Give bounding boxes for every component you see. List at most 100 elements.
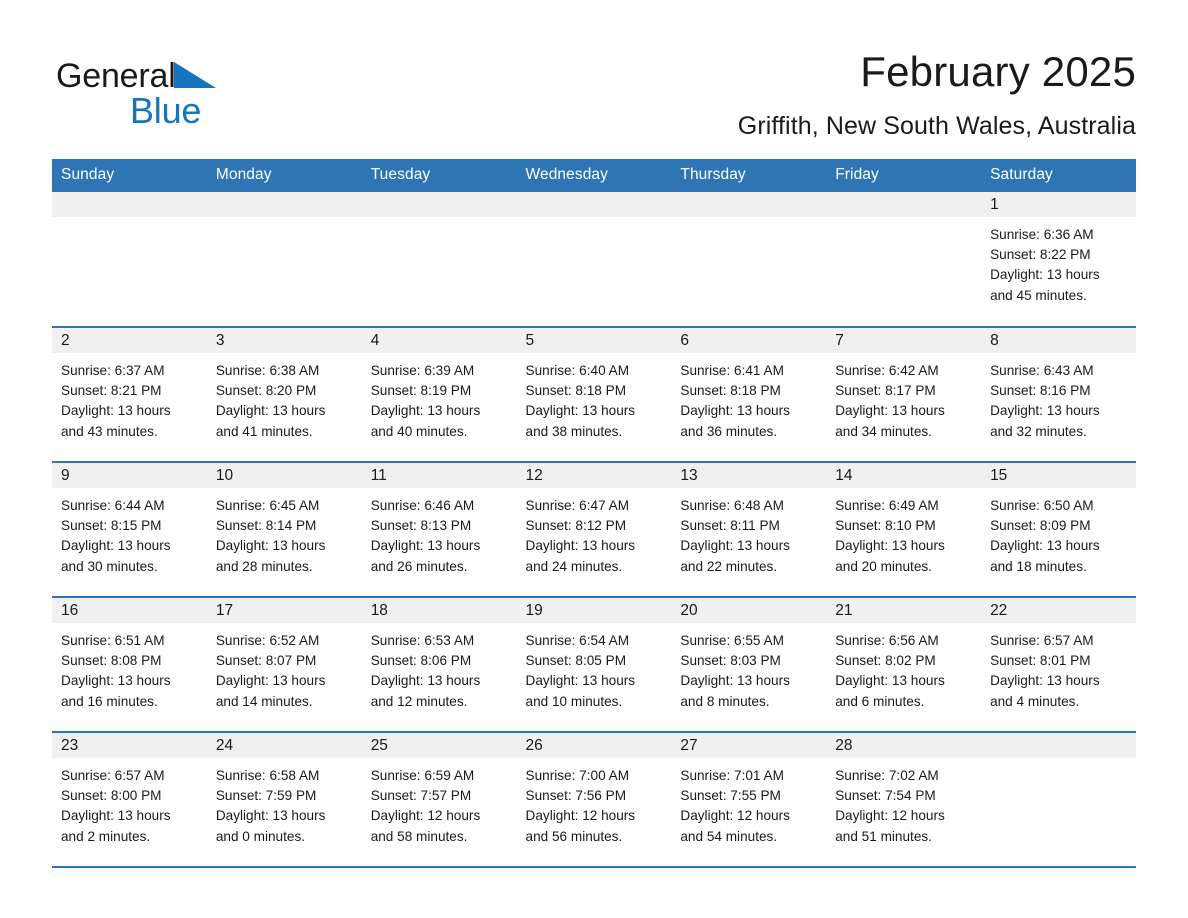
calendar-day-cell[interactable]: 25 Sunrise: 6:59 AM Sunset: 7:57 PM Dayligh…: [361, 731, 517, 868]
calendar-day-cell[interactable]: 2 Sunrise: 6:37 AM Sunset: 8:21 PM Daylight…: [52, 326, 207, 462]
day-number: 25: [361, 733, 517, 758]
day-number: 5: [516, 328, 672, 353]
day-details: Sunrise: 6:48 AM Sunset: 8:11 PM Daylight:…: [671, 488, 826, 577]
daylight-text: Daylight: 13 hours: [370, 403, 481, 419]
calendar-day-cell[interactable]: 15 Sunrise: 6:50 AM Sunset: 8:09 PM Dayligh…: [981, 461, 1136, 597]
calendar-day-cell[interactable]: 1 Sunrise: 6:36 AM Sunset: 8:22 PM Daylight…: [981, 192, 1136, 327]
calendar-day-cell[interactable]: 28 Sunrise: 7:02 AM Sunset: 7:54 PM Dayligh…: [826, 731, 982, 868]
day-details: Sunrise: 7:00 AM Sunset: 7:56 PM Daylight:…: [517, 758, 672, 847]
calendar-day-cell[interactable]: 3 Sunrise: 6:38 AM Sunset: 8:20 PM Daylight…: [206, 326, 362, 462]
day-details: Sunrise: 6:59 AM Sunset: 7:57 PM Daylight:…: [362, 758, 517, 847]
daylight-text-cont: and 34 minutes.: [835, 423, 932, 439]
daylight-text-cont: and 10 minutes.: [525, 693, 623, 709]
sunrise-text: Sunrise: 6:57 AM: [61, 768, 165, 783]
calendar-day-cell[interactable]: 4 Sunrise: 6:39 AM Sunset: 8:19 PM Daylight…: [361, 326, 517, 462]
day-number: 26: [516, 733, 672, 758]
calendar-day-cell[interactable]: 16 Sunrise: 6:51 AM Sunset: 8:08 PM Dayligh…: [52, 596, 207, 732]
sunset-text: Sunset: 8:08 PM: [61, 653, 162, 669]
calendar-day-cell[interactable]: 19 Sunrise: 6:54 AM Sunset: 8:05 PM Dayligh…: [516, 596, 672, 732]
day-number: 13: [671, 463, 827, 488]
brand-logo[interactable]: General Blue: [56, 48, 386, 130]
calendar-day-cell[interactable]: 24 Sunrise: 6:58 AM Sunset: 7:59 PM Dayligh…: [206, 731, 362, 868]
calendar-day-cell[interactable]: 6 Sunrise: 6:41 AM Sunset: 8:18 PM Daylight…: [671, 326, 827, 462]
calendar-header-row: Sunday Monday Tuesday Wednesday Thursday Frid…: [52, 159, 1136, 192]
sunset-text: Sunset: 8:22 PM: [990, 247, 1091, 263]
sunrise-text: Sunrise: 6:43 AM: [990, 363, 1094, 378]
sunset-text: Sunset: 8:11 PM: [680, 518, 780, 534]
daylight-text: Daylight: 13 hours: [990, 538, 1100, 554]
logo-line-2: Blue: [56, 92, 386, 130]
sunset-text: Sunset: 8:21 PM: [61, 383, 162, 399]
calendar-day-cell[interactable]: 22 Sunrise: 6:57 AM Sunset: 8:01 PM Dayligh…: [981, 596, 1136, 732]
sunrise-text: Sunrise: 7:02 AM: [835, 768, 939, 783]
day-details: Sunrise: 6:50 AM Sunset: 8:09 PM Daylight:…: [981, 488, 1136, 577]
day-number: [361, 192, 517, 217]
sunrise-text: Sunrise: 6:49 AM: [835, 498, 939, 513]
day-details: Sunrise: 6:54 AM Sunset: 8:05 PM Daylight:…: [517, 623, 672, 712]
daylight-text-cont: and 14 minutes.: [215, 693, 313, 709]
sunset-text: Sunset: 8:06 PM: [370, 653, 472, 669]
calendar-day-cell[interactable]: 11 Sunrise: 6:46 AM Sunset: 8:13 PM Dayligh…: [361, 461, 517, 597]
calendar-day-cell[interactable]: 27 Sunrise: 7:01 AM Sunset: 7:55 PM Dayligh…: [671, 731, 827, 868]
daylight-text: Daylight: 13 hours: [525, 403, 636, 419]
daylight-text: Daylight: 13 hours: [61, 403, 171, 419]
daylight-text-cont: and 16 minutes.: [61, 693, 158, 709]
daylight-text-cont: and 32 minutes.: [990, 423, 1087, 439]
sunset-text: Sunset: 8:15 PM: [61, 518, 162, 534]
calendar-day-cell[interactable]: 20 Sunrise: 6:55 AM Sunset: 8:03 PM Dayligh…: [671, 596, 827, 732]
sunrise-text: Sunrise: 6:45 AM: [215, 498, 320, 513]
daylight-text-cont: and 8 minutes.: [680, 693, 770, 709]
daylight-text: Daylight: 12 hours: [525, 808, 636, 824]
calendar-day-cell[interactable]: 8 Sunrise: 6:43 AM Sunset: 8:16 PM Daylight…: [981, 326, 1136, 462]
calendar-day-cell[interactable]: 12 Sunrise: 6:47 AM Sunset: 8:12 PM Dayligh…: [516, 461, 672, 597]
calendar-day-cell[interactable]: 5 Sunrise: 6:40 AM Sunset: 8:18 PM Daylight…: [516, 326, 672, 462]
day-details: Sunrise: 6:40 AM Sunset: 8:18 PM Daylight:…: [517, 353, 672, 442]
calendar-day-cell-empty: [361, 192, 517, 327]
sunrise-text: Sunrise: 6:55 AM: [680, 633, 784, 648]
sunset-text: Sunset: 8:13 PM: [370, 518, 472, 534]
day-details: Sunrise: 6:49 AM Sunset: 8:10 PM Daylight:…: [826, 488, 981, 577]
sunrise-text: Sunrise: 6:48 AM: [680, 498, 784, 513]
daylight-text: Daylight: 13 hours: [990, 673, 1100, 689]
day-details: Sunrise: 6:47 AM Sunset: 8:12 PM Daylight:…: [517, 488, 672, 577]
day-number: [826, 192, 982, 217]
day-details: Sunrise: 6:45 AM Sunset: 8:14 PM Daylight:…: [207, 488, 362, 577]
day-details: Sunrise: 6:55 AM Sunset: 8:03 PM Daylight:…: [671, 623, 826, 712]
calendar-day-cell[interactable]: 23 Sunrise: 6:57 AM Sunset: 8:00 PM Dayligh…: [52, 731, 207, 868]
calendar-day-cell[interactable]: 21 Sunrise: 6:56 AM Sunset: 8:02 PM Dayligh…: [826, 596, 982, 732]
calendar-day-cell[interactable]: 18 Sunrise: 6:53 AM Sunset: 8:06 PM Dayligh…: [361, 596, 517, 732]
day-details: Sunrise: 6:39 AM Sunset: 8:19 PM Daylight:…: [362, 353, 517, 442]
calendar-day-cell[interactable]: 9 Sunrise: 6:44 AM Sunset: 8:15 PM Daylight…: [52, 461, 207, 597]
day-number: 11: [361, 463, 517, 488]
calendar-day-cell[interactable]: 17 Sunrise: 6:52 AM Sunset: 8:07 PM Dayligh…: [206, 596, 362, 732]
sunrise-text: Sunrise: 6:38 AM: [215, 363, 320, 378]
sunset-text: Sunset: 8:20 PM: [215, 383, 317, 399]
day-number: 6: [671, 328, 827, 353]
daylight-text-cont: and 30 minutes.: [61, 558, 158, 574]
day-details: Sunrise: 6:44 AM Sunset: 8:15 PM Daylight:…: [52, 488, 207, 577]
calendar-day-cell[interactable]: 13 Sunrise: 6:48 AM Sunset: 8:11 PM Dayligh…: [671, 461, 827, 597]
daylight-text-cont: and 2 minutes.: [61, 828, 151, 844]
day-details: Sunrise: 6:57 AM Sunset: 8:01 PM Daylight:…: [981, 623, 1136, 712]
sunset-text: Sunset: 7:54 PM: [835, 788, 936, 804]
day-details: Sunrise: 6:46 AM Sunset: 8:13 PM Daylight:…: [362, 488, 517, 577]
daylight-text: Daylight: 13 hours: [990, 267, 1100, 283]
daylight-text-cont: and 41 minutes.: [215, 423, 313, 439]
daylight-text-cont: and 28 minutes.: [215, 558, 313, 574]
calendar-day-cell[interactable]: 7 Sunrise: 6:42 AM Sunset: 8:17 PM Daylight…: [826, 326, 982, 462]
day-number: 3: [206, 328, 362, 353]
triangle-icon: [173, 62, 216, 88]
calendar-page: General Blue February 2025 Griffith, New…: [0, 0, 1188, 918]
day-details: Sunrise: 6:53 AM Sunset: 8:06 PM Daylight:…: [362, 623, 517, 712]
day-details: Sunrise: 6:41 AM Sunset: 8:18 PM Daylight:…: [671, 353, 826, 442]
day-number: 20: [671, 598, 827, 623]
calendar-day-cell[interactable]: 14 Sunrise: 6:49 AM Sunset: 8:10 PM Dayligh…: [826, 461, 982, 597]
calendar-day-cell[interactable]: 10 Sunrise: 6:45 AM Sunset: 8:14 PM Dayligh…: [206, 461, 362, 597]
sunrise-text: Sunrise: 6:57 AM: [990, 633, 1094, 648]
calendar-day-cell[interactable]: 26 Sunrise: 7:00 AM Sunset: 7:56 PM Dayligh…: [516, 731, 672, 868]
daylight-text: Daylight: 13 hours: [215, 538, 326, 554]
day-details: Sunrise: 6:37 AM Sunset: 8:21 PM Daylight:…: [52, 353, 207, 442]
sunrise-text: Sunrise: 7:00 AM: [525, 768, 630, 783]
day-details: Sunrise: 6:43 AM Sunset: 8:16 PM Daylight:…: [981, 353, 1136, 442]
logo-word-blue: Blue: [130, 90, 202, 131]
